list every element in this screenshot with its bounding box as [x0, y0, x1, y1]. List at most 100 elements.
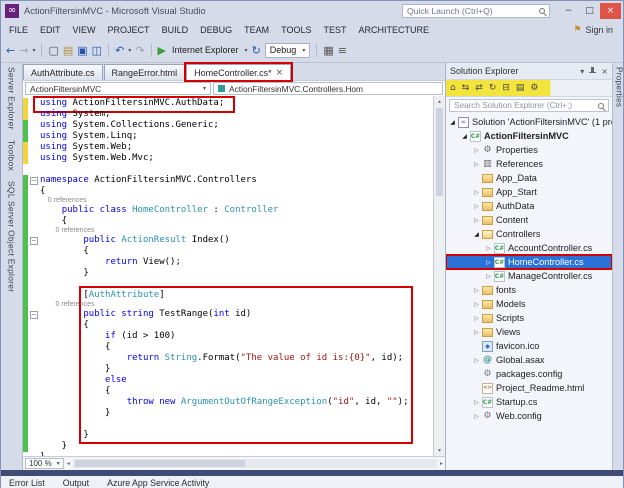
navigate-forward-icon[interactable]: → [19, 45, 28, 56]
code-line-34[interactable]: } [23, 452, 433, 456]
code-line-7[interactable] [23, 164, 433, 175]
tree-item-actionfiltersinmvc[interactable]: ◢C#ActionFiltersinMVC [446, 129, 612, 143]
type-dropdown[interactable]: ActionFiltersinMVC.Controllers.Hom [213, 82, 443, 95]
refresh-icon[interactable]: ↻ [489, 83, 497, 93]
tree-item-packages-config[interactable]: ⚙packages.config [446, 367, 612, 381]
scroll-left-icon[interactable]: ◂ [67, 460, 70, 467]
menu-tools[interactable]: TOOLS [275, 25, 317, 35]
side-tab-sql-server-object-explorer[interactable]: SQL Server Object Explorer [7, 181, 17, 292]
tree-item-app-data[interactable]: App_Data [446, 171, 612, 185]
code-line-1[interactable]: using ActionFiltersinMVC.AuthData; [23, 98, 433, 109]
code-line-17[interactable]: } [23, 268, 433, 279]
tree-collapsed-icon[interactable]: ▷ [472, 287, 481, 294]
tree-item-startup-cs[interactable]: ▷C#Startup.cs [446, 395, 612, 409]
notifications-flag-icon[interactable]: ⚑ [573, 25, 581, 35]
doc-tab-authattribute-cs[interactable]: AuthAttribute.cs [23, 64, 103, 80]
tree-collapsed-icon[interactable]: ▷ [472, 329, 481, 336]
collapse-region-icon[interactable]: – [28, 235, 40, 246]
switch-views-icon[interactable]: ⇆ [462, 83, 470, 93]
sync-with-active-document-icon[interactable]: ⇄ [475, 83, 483, 93]
code-line-3[interactable]: using System.Collections.Generic; [23, 120, 433, 131]
bottom-tab-azure-app-service-activity[interactable]: Azure App Service Activity [107, 478, 209, 488]
tree-item-content[interactable]: ▷Content [446, 213, 612, 227]
code-line-19[interactable]: [AuthAttribute] [23, 290, 433, 301]
tree-item-project-readme-html[interactable]: <>Project_Readme.html [446, 381, 612, 395]
browser-select-label[interactable]: Internet Explorer [172, 45, 239, 55]
code-line-15[interactable]: { [23, 246, 433, 257]
side-tab-server-explorer[interactable]: Server Explorer [7, 67, 17, 130]
code-line-23[interactable]: if (id > 100) [23, 331, 433, 342]
menu-edit[interactable]: EDIT [34, 25, 67, 35]
command-window-icon[interactable]: ≡ [338, 45, 347, 56]
code-editor[interactable]: using ActionFiltersinMVC.AuthData;using … [23, 96, 445, 456]
code-line-13[interactable]: 0 references [23, 227, 433, 235]
code-line-25[interactable]: return String.Format("The value of id is… [23, 353, 433, 364]
scrollbar-thumb[interactable] [75, 460, 245, 467]
tree-item-accountcontroller-cs[interactable]: ▷C#AccountController.cs [446, 241, 612, 255]
quick-launch-input[interactable]: Quick Launch (Ctrl+Q) [402, 4, 550, 18]
navigation-dropdown-icon[interactable]: ▾ [32, 47, 35, 54]
start-debugging-icon[interactable]: ▶ [158, 45, 166, 56]
redo-icon[interactable]: ↷ [135, 45, 144, 56]
scrollbar-thumb[interactable] [436, 108, 443, 196]
doc-tab-homecontroller-cs[interactable]: HomeController.cs*× [186, 64, 291, 80]
solution-explorer-header[interactable]: Solution Explorer ▾ × [446, 63, 612, 79]
sign-in-button[interactable]: Sign in [585, 25, 613, 35]
code-line-29[interactable]: throw new ArgumentOutOfRangeException("i… [23, 397, 433, 408]
new-file-icon[interactable]: ▢ [48, 45, 58, 56]
menu-file[interactable]: FILE [3, 25, 34, 35]
doc-tab-rangeerror-html[interactable]: RangeError.html [104, 64, 186, 80]
side-tab-properties[interactable]: Properties [615, 67, 624, 107]
minimize-button[interactable]: − [558, 3, 579, 19]
tree-item-managecontroller-cs[interactable]: ▷C#ManageController.cs [446, 269, 612, 283]
code-line-11[interactable]: public class HomeController : Controller [23, 205, 433, 216]
undo-icon[interactable]: ↶ [115, 45, 124, 56]
browser-select-dropdown-icon[interactable]: ▾ [245, 47, 248, 54]
pin-icon[interactable] [589, 67, 596, 76]
editor-vertical-scrollbar[interactable]: ▴ ▾ [433, 96, 445, 456]
menu-debug[interactable]: DEBUG [194, 25, 238, 35]
tree-item-scripts[interactable]: ▷Scripts [446, 311, 612, 325]
code-line-10[interactable]: 0 references [23, 197, 433, 205]
open-file-icon[interactable]: ▤ [63, 45, 73, 56]
home-icon[interactable]: ⌂ [450, 83, 456, 93]
code-line-28[interactable]: { [23, 386, 433, 397]
navigate-backward-icon[interactable]: ← [6, 45, 15, 56]
undo-dropdown-icon[interactable]: ▾ [128, 47, 131, 54]
side-tab-toolbox[interactable]: Toolbox [7, 140, 17, 171]
code-line-27[interactable]: else [23, 375, 433, 386]
find-in-files-icon[interactable]: ▦ [323, 45, 333, 56]
tree-item-references[interactable]: ▷▥References [446, 157, 612, 171]
window-position-icon[interactable]: ▾ [580, 67, 584, 76]
code-line-16[interactable]: return View(); [23, 257, 433, 268]
menu-team[interactable]: TEAM [238, 25, 275, 35]
tree-item-views[interactable]: ▷Views [446, 325, 612, 339]
tree-collapsed-icon[interactable]: ▷ [472, 203, 481, 210]
code-line-18[interactable] [23, 279, 433, 290]
collapse-region-icon[interactable]: – [28, 309, 40, 320]
menu-build[interactable]: BUILD [156, 25, 195, 35]
code-line-4[interactable]: using System.Linq; [23, 131, 433, 142]
tree-collapsed-icon[interactable]: ▷ [472, 301, 481, 308]
code-line-21[interactable]: – public string TestRange(int id) [23, 309, 433, 320]
bottom-tab-error-list[interactable]: Error List [9, 478, 45, 488]
close-panel-icon[interactable]: × [601, 67, 608, 76]
tree-item-properties[interactable]: ▷⚙Properties [446, 143, 612, 157]
scroll-down-icon[interactable]: ▾ [434, 447, 445, 454]
save-all-icon[interactable]: ◫ [92, 45, 102, 56]
code-line-2[interactable]: using System; [23, 109, 433, 120]
code-line-6[interactable]: using System.Web.Mvc; [23, 153, 433, 164]
code-area[interactable]: using ActionFiltersinMVC.AuthData;using … [23, 96, 433, 456]
maximize-button[interactable]: □ [579, 3, 600, 19]
project-dropdown[interactable]: ActionFiltersinMVC ▾ [25, 82, 211, 95]
tree-item-models[interactable]: ▷Models [446, 297, 612, 311]
code-line-31[interactable] [23, 419, 433, 430]
code-line-22[interactable]: { [23, 320, 433, 331]
show-all-files-icon[interactable]: ▤ [516, 83, 525, 93]
solution-explorer-search-input[interactable]: Search Solution Explorer (Ctrl+;) [449, 99, 609, 112]
code-line-26[interactable]: } [23, 364, 433, 375]
code-line-14[interactable]: – public ActionResult Index() [23, 235, 433, 246]
tree-collapsed-icon[interactable]: ▷ [472, 189, 481, 196]
zoom-select[interactable]: 100 % ▾ [25, 458, 64, 469]
tree-collapsed-icon[interactable]: ▷ [472, 161, 481, 168]
